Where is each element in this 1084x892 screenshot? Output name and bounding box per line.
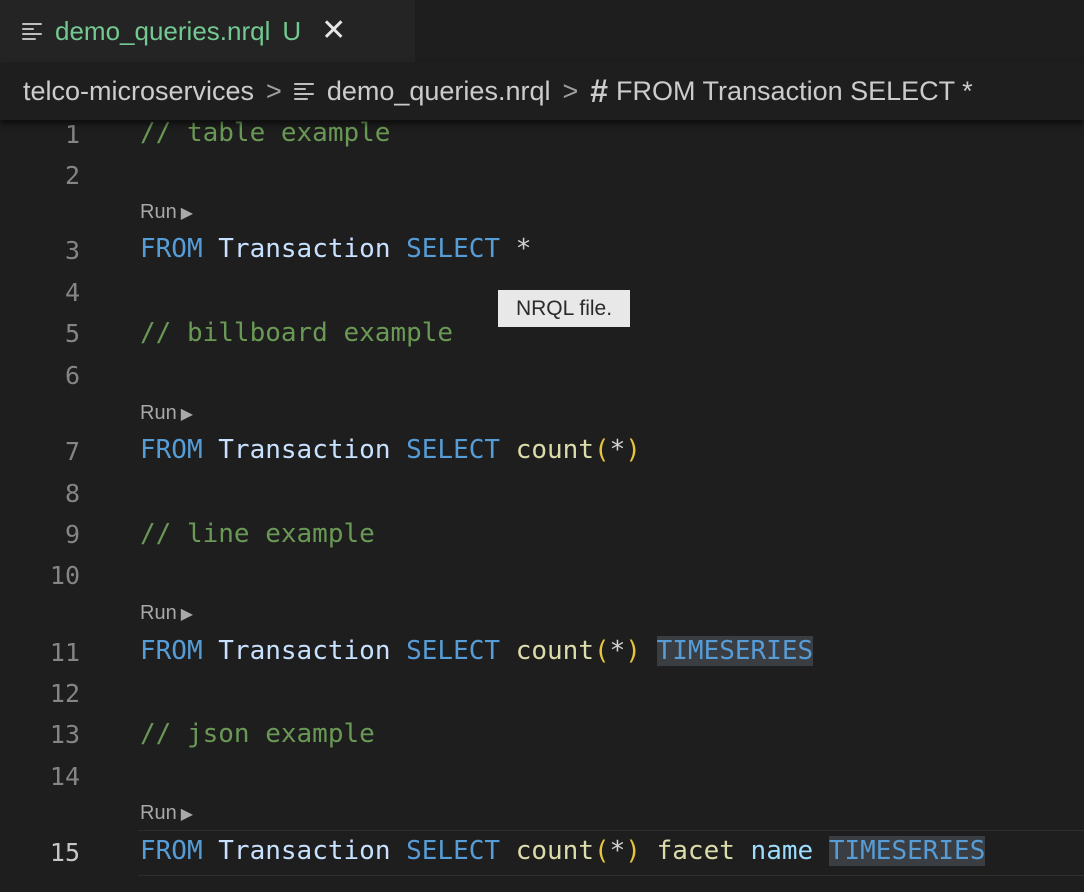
selection-highlight: TIMESERIES xyxy=(828,836,986,866)
breadcrumb-file[interactable]: demo_queries.nrql xyxy=(327,76,551,107)
code-line-query: FROM Transaction SELECT * xyxy=(140,234,532,264)
tab-bar: demo_queries.nrql U ✕ xyxy=(0,0,1084,62)
line-number-active: 15 xyxy=(49,838,80,867)
line-number: 3 xyxy=(64,236,80,265)
code-editor[interactable]: 1 2 3 4 5 6 7 8 9 10 11 12 13 14 15 // t… xyxy=(0,120,1084,892)
breadcrumb-symbol[interactable]: FROM Transaction SELECT * xyxy=(616,76,973,107)
line-number: 8 xyxy=(64,479,80,508)
line-number: 5 xyxy=(64,319,80,348)
close-icon[interactable]: ✕ xyxy=(321,16,346,46)
code-line-query: FROM Transaction SELECT count(*) TIMESER… xyxy=(140,636,814,666)
line-number: 1 xyxy=(64,120,80,149)
chevron-right-icon: > xyxy=(562,75,579,106)
line-number: 13 xyxy=(49,720,80,749)
line-number: 10 xyxy=(49,561,80,590)
play-icon: ▶ xyxy=(180,406,194,423)
code-comment: // json example xyxy=(140,719,375,749)
line-number: 14 xyxy=(49,762,80,791)
line-number: 4 xyxy=(64,278,80,307)
file-lines-icon xyxy=(293,82,314,100)
line-number: 11 xyxy=(49,638,80,667)
play-icon: ▶ xyxy=(180,806,194,823)
line-number: 12 xyxy=(49,679,80,708)
breadcrumb-folder[interactable]: telco-microservices xyxy=(23,76,254,107)
line-number: 2 xyxy=(64,161,80,190)
line-number: 7 xyxy=(64,437,80,466)
play-icon: ▶ xyxy=(180,606,194,623)
play-icon: ▶ xyxy=(180,205,194,222)
run-codelens[interactable]: Run ▶ xyxy=(140,402,193,425)
code-line-query: FROM Transaction SELECT count(*) facet n… xyxy=(140,836,986,866)
tab-title: demo_queries.nrql xyxy=(55,15,271,46)
file-lines-icon xyxy=(22,22,42,40)
run-codelens[interactable]: Run ▶ xyxy=(140,802,193,825)
selection-highlight: TIMESERIES xyxy=(656,636,814,666)
run-codelens[interactable]: Run ▶ xyxy=(140,602,193,625)
line-number: 9 xyxy=(64,520,80,549)
hover-tooltip: NRQL file. xyxy=(498,290,630,327)
run-codelens[interactable]: Run ▶ xyxy=(140,201,193,224)
untracked-status-badge: U xyxy=(282,15,302,46)
code-line-query: FROM Transaction SELECT count(*) xyxy=(140,435,641,465)
breadcrumb: telco-microservices > demo_queries.nrql … xyxy=(0,62,1084,120)
chevron-right-icon: > xyxy=(266,75,282,106)
code-comment: // billboard example xyxy=(140,318,454,348)
code-comment: // line example xyxy=(140,519,375,549)
code-comment: // table example xyxy=(140,120,391,148)
hash-symbol-icon: # xyxy=(590,72,609,109)
editor-tab-demo-queries[interactable]: demo_queries.nrql U ✕ xyxy=(0,0,415,62)
line-number: 6 xyxy=(64,361,80,390)
